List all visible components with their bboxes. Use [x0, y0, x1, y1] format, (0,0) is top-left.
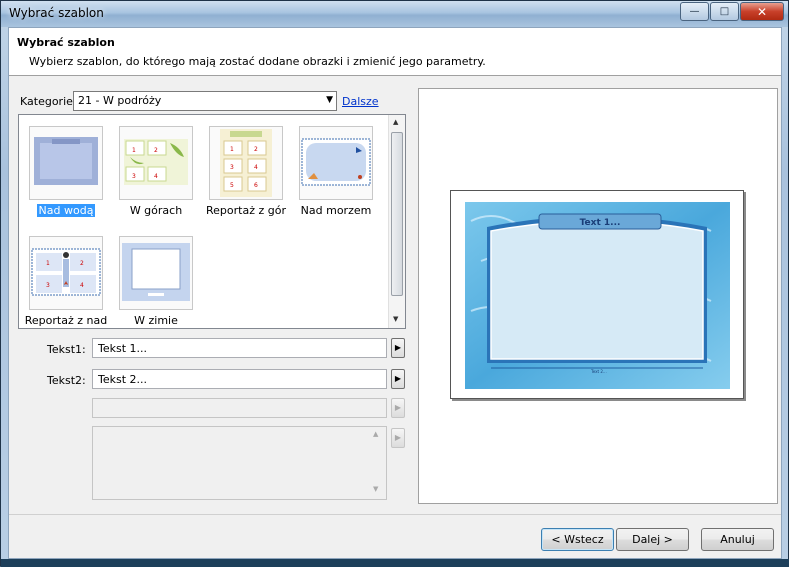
- close-button[interactable]: ✕: [740, 2, 784, 21]
- back-button[interactable]: < Wstecz: [541, 528, 614, 551]
- cancel-button[interactable]: Anuluj: [701, 528, 774, 551]
- header-subtitle: Wybierz szablon, do którego mają zostać …: [29, 55, 486, 68]
- template-gallery: Nad wodą 1 2 3 4 W górach 1 2 3 4 5 6 Re…: [18, 114, 406, 329]
- template-preview-w-zimie: [122, 243, 190, 301]
- wizard-header: Wybrać szablon Wybierz szablon, do które…: [9, 28, 781, 76]
- template-preview-w-gorach: 1 2 3 4: [124, 139, 188, 185]
- svg-text:1: 1: [132, 147, 136, 154]
- svg-text:4: 4: [254, 164, 258, 171]
- preview-page: Text 1... Text 2...: [450, 190, 744, 399]
- template-thumb-w-zimie[interactable]: [119, 236, 193, 310]
- template-thumb-reportaz-z-gor[interactable]: 1 2 3 4 5 6: [209, 126, 283, 200]
- template-preview-nad-woda: [34, 137, 98, 185]
- svg-text:1: 1: [46, 260, 50, 267]
- scroll-down-icon[interactable]: ▼: [373, 485, 378, 493]
- scroll-up-icon[interactable]: ▲: [373, 430, 378, 438]
- category-dropdown[interactable]: 21 - W podróży ▼: [73, 91, 337, 111]
- template-thumb-reportaz-z-nad[interactable]: 1 2 3 4: [29, 236, 103, 310]
- textarea-options-button[interactable]: ▶: [391, 428, 405, 448]
- footer-separator: [9, 514, 781, 515]
- svg-text:5: 5: [230, 182, 234, 189]
- svg-text:2: 2: [154, 147, 158, 154]
- dialog-window: Wybrać szablon — □ ✕ Wybrać szablon Wybi…: [0, 0, 789, 567]
- template-preview-reportaz-z-gor: 1 2 3 4 5 6: [220, 129, 272, 197]
- template-preview-pane: Text 1... Text 2...: [418, 88, 778, 504]
- tekst1-label: Tekst1:: [47, 343, 86, 356]
- header-title: Wybrać szablon: [17, 36, 115, 49]
- template-label[interactable]: Reportaż z gór: [201, 204, 291, 217]
- svg-text:1: 1: [230, 146, 234, 153]
- tekst3-options-button[interactable]: ▶: [391, 398, 405, 418]
- tekst2-label: Tekst2:: [47, 374, 86, 387]
- scroll-down-icon[interactable]: ▼: [393, 315, 398, 323]
- text-area-disabled[interactable]: ▲ ▼: [92, 426, 387, 500]
- template-label[interactable]: W górach: [111, 204, 201, 217]
- template-label[interactable]: Nad wodą: [21, 204, 111, 217]
- svg-text:4: 4: [80, 282, 84, 289]
- dialog-client-area: Wybrać szablon Wybierz szablon, do które…: [8, 27, 782, 559]
- scrollbar-thumb[interactable]: [391, 132, 403, 296]
- svg-text:6: 6: [254, 182, 258, 189]
- more-link[interactable]: Dalsze: [342, 95, 379, 108]
- template-label[interactable]: Reportaż z nad: [21, 314, 111, 327]
- tekst3-input[interactable]: [92, 398, 387, 418]
- template-thumb-w-gorach[interactable]: 1 2 3 4: [119, 126, 193, 200]
- tekst2-options-button[interactable]: ▶: [391, 369, 405, 389]
- scroll-up-icon[interactable]: ▲: [393, 118, 398, 126]
- preview-artwork: Text 1... Text 2...: [465, 202, 730, 389]
- template-preview-reportaz-z-nad: 1 2 3 4: [31, 248, 101, 296]
- svg-text:3: 3: [46, 282, 50, 289]
- textarea-scrollbar[interactable]: ▲ ▼: [369, 427, 386, 499]
- category-selected-value: 21 - W podróży: [78, 94, 162, 107]
- template-thumb-nad-woda[interactable]: [29, 126, 103, 200]
- next-button[interactable]: Dalej >: [616, 528, 689, 551]
- gallery-scrollbar[interactable]: ▲ ▼: [388, 115, 405, 328]
- minimize-button[interactable]: —: [680, 2, 709, 21]
- svg-text:3: 3: [230, 164, 234, 171]
- tekst2-input[interactable]: Tekst 2...: [92, 369, 387, 389]
- tekst1-input[interactable]: Tekst 1...: [92, 338, 387, 358]
- maximize-button[interactable]: □: [710, 2, 739, 21]
- template-thumb-nad-morzem[interactable]: [299, 126, 373, 200]
- svg-text:Text 1...: Text 1...: [580, 218, 621, 228]
- chevron-down-icon: ▼: [326, 95, 333, 105]
- svg-text:Text 2...: Text 2...: [590, 369, 607, 374]
- window-title: Wybrać szablon: [9, 6, 104, 20]
- svg-text:4: 4: [154, 173, 158, 180]
- svg-text:2: 2: [80, 260, 84, 267]
- svg-text:2: 2: [254, 146, 258, 153]
- template-label[interactable]: W zimie: [111, 314, 201, 327]
- title-bar[interactable]: Wybrać szablon — □ ✕: [1, 1, 788, 27]
- tekst1-options-button[interactable]: ▶: [391, 338, 405, 358]
- template-label[interactable]: Nad morzem: [291, 204, 381, 217]
- category-label: Kategorie:: [20, 95, 77, 108]
- svg-text:3: 3: [132, 173, 136, 180]
- template-preview-nad-morzem: [301, 138, 371, 186]
- window-controls: — □ ✕: [679, 2, 784, 21]
